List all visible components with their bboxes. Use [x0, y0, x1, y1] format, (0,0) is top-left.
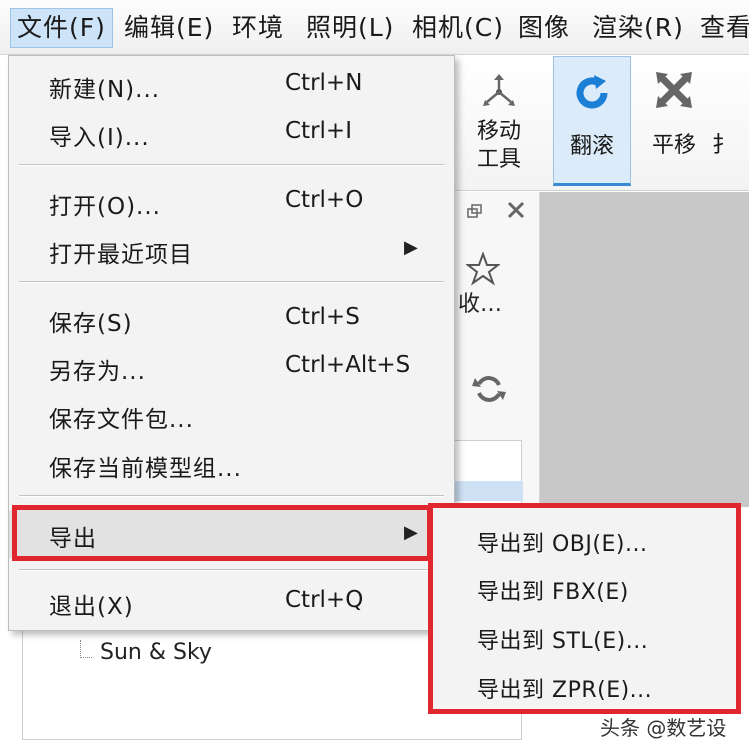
tree-connector: [80, 640, 92, 658]
menu-item-label: 保存(S): [49, 311, 133, 337]
menu-item-save[interactable]: 保存(S) Ctrl+S: [9, 296, 454, 342]
menu-camera[interactable]: 相机(C): [406, 8, 510, 48]
menu-file[interactable]: 文件(F): [10, 8, 113, 48]
move-tool-button[interactable]: 移动 工具: [460, 56, 538, 186]
submenu-highlight-frame: [428, 503, 741, 714]
menu-item-import[interactable]: 导入(I)... Ctrl+I: [9, 110, 454, 156]
menu-item-shortcut: Ctrl+S: [285, 304, 360, 330]
menu-item-new[interactable]: 新建(N)... Ctrl+N: [9, 62, 454, 108]
menu-item-shortcut: Ctrl+Q: [285, 587, 364, 613]
menu-item-shortcut: Ctrl+N: [285, 70, 363, 96]
menu-item-shortcut: Ctrl+I: [285, 118, 352, 144]
menu-separator: [19, 281, 444, 283]
menu-item-label: 导入(I)...: [49, 125, 150, 151]
menu-item-shortcut: Ctrl+Alt+S: [285, 352, 411, 378]
menu-item-open[interactable]: 打开(O)... Ctrl+O: [9, 179, 454, 225]
menu-item-label: 另存为...: [49, 359, 146, 385]
menu-render[interactable]: 渲染(R): [586, 8, 690, 48]
menu-item-shortcut: Ctrl+O: [285, 187, 364, 213]
menu-item-save-package[interactable]: 保存文件包...: [9, 392, 454, 438]
pan-cross-icon: [635, 70, 713, 110]
menu-item-open-recent[interactable]: 打开最近项目 ▶: [9, 227, 454, 273]
menu-separator: [19, 495, 444, 497]
watermark-text: 头条 @数艺设: [600, 716, 727, 740]
menu-item-save-as[interactable]: 另存为... Ctrl+Alt+S: [9, 344, 454, 390]
move-tool-label-2: 工具: [476, 147, 521, 172]
submenu-arrow-icon: ▶: [404, 237, 418, 258]
toolbar-ribbon: 移动 工具 翻滚 平移 扌: [440, 56, 749, 191]
move-tool-icon: [460, 70, 538, 110]
menu-item-label: 打开最近项目: [49, 242, 193, 268]
move-tool-label-1: 移动: [476, 119, 521, 144]
menu-view[interactable]: 查看: [694, 8, 749, 48]
menu-item-label: 新建(N)...: [49, 77, 161, 103]
refresh-icon: [554, 71, 630, 111]
menu-lighting[interactable]: 照明(L): [300, 8, 400, 48]
menu-item-label: 打开(O)...: [49, 194, 161, 220]
partial-tool-button[interactable]: 扌: [712, 56, 749, 186]
menu-item-label: 退出(X): [49, 594, 134, 620]
menu-item-exit[interactable]: 退出(X) Ctrl+Q: [9, 579, 454, 625]
tumble-label: 翻滚: [569, 134, 614, 159]
restore-window-icon[interactable]: [466, 202, 484, 227]
menu-environment[interactable]: 环境: [226, 8, 290, 48]
partial-tool-label: 扌: [712, 133, 735, 158]
menu-edit[interactable]: 编辑(E): [118, 8, 220, 48]
tree-item-sun-sky[interactable]: Sun & Sky: [100, 640, 212, 665]
pan-label: 平移: [651, 133, 696, 158]
favorites-label: 收…: [458, 292, 503, 317]
close-panel-icon[interactable]: [506, 200, 526, 226]
menu-separator: [19, 569, 444, 571]
menu-item-label: 保存文件包...: [49, 407, 194, 433]
pan-tool-button[interactable]: 平移: [635, 56, 713, 186]
app-window: 文件(F) 编辑(E) 环境 照明(L) 相机(C) 图像 渲染(R) 查看 移…: [0, 0, 749, 753]
tumble-tool-button[interactable]: 翻滚: [553, 56, 631, 186]
menu-item-label: 保存当前模型组...: [49, 456, 242, 482]
menu-separator: [19, 164, 444, 166]
viewport-canvas[interactable]: [540, 192, 749, 507]
export-highlight-frame: [12, 505, 432, 561]
menu-image[interactable]: 图像: [512, 8, 576, 48]
scene-tree-selection: [453, 481, 523, 501]
menu-bar: 文件(F) 编辑(E) 环境 照明(L) 相机(C) 图像 渲染(R) 查看: [0, 0, 749, 55]
sync-icon[interactable]: [472, 372, 506, 412]
menu-item-save-model-set[interactable]: 保存当前模型组...: [9, 441, 454, 487]
